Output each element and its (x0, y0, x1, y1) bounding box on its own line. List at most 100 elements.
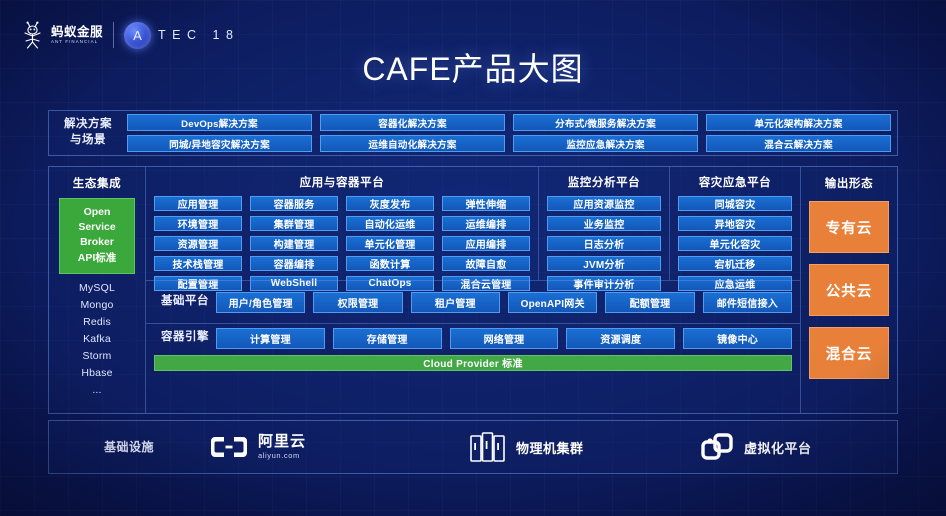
container-engine-tile[interactable]: 计算管理 (216, 327, 325, 349)
base-platform-row: 基础平台 用户/角色管理 权限管理 租户管理 OpenAPI网关 配额管理 邮件… (146, 281, 800, 323)
platforms-row: 应用与容器平台 应用管理 容器服务 灰度发布 弹性伸缩 环境管理 集群管理 自动… (146, 167, 800, 291)
app-container-platform: 应用与容器平台 应用管理 容器服务 灰度发布 弹性伸缩 环境管理 集群管理 自动… (146, 167, 538, 291)
platform-tile[interactable]: 应用资源监控 (547, 196, 661, 211)
output-box[interactable]: 专有云 (809, 201, 889, 253)
base-platform-tile[interactable]: 用户/角色管理 (216, 291, 306, 313)
platform-tile[interactable]: 单元化容灾 (678, 236, 792, 251)
solutions-grid: DevOps解决方案 容器化解决方案 分布式/微服务解决方案 单元化架构解决方案… (127, 114, 897, 152)
platform-tile[interactable]: 日志分析 (547, 236, 661, 251)
solutions-band-label: 解决方案 与场景 (49, 117, 127, 148)
container-engine-tile[interactable]: 网络管理 (449, 327, 559, 349)
infra-item-aliyun: 阿里云 aliyun.com (209, 432, 469, 462)
solutions-label-line2: 与场景 (70, 134, 106, 146)
platform-tile[interactable]: 运维编排 (442, 216, 530, 231)
platform-tile[interactable]: 灰度发布 (346, 196, 434, 211)
platform-tile[interactable]: 环境管理 (154, 216, 242, 231)
solutions-row-2: 同城/异地容灾解决方案 运维自动化解决方案 监控应急解决方案 混合云解决方案 (127, 135, 891, 152)
infrastructure-band: 基础设施 阿里云 aliyun.com 物理机集群 虚拟化平台 (48, 420, 898, 474)
platform-tile[interactable]: 宕机迁移 (678, 256, 792, 271)
container-engine-items: 计算管理 存储管理 网络管理 资源调度 镜像中心 (216, 327, 792, 349)
solution-tile[interactable]: 同城/异地容灾解决方案 (127, 135, 312, 152)
solutions-band: 解决方案 与场景 DevOps解决方案 容器化解决方案 分布式/微服务解决方案 … (48, 110, 898, 156)
base-platform-tile[interactable]: OpenAPI网关 (507, 291, 598, 313)
platform-tile[interactable]: 单元化管理 (346, 236, 434, 251)
app-container-platform-grid: 应用管理 容器服务 灰度发布 弹性伸缩 环境管理 集群管理 自动化运维 运维编排… (154, 196, 530, 291)
output-box[interactable]: 公共云 (809, 264, 889, 316)
disaster-recovery-platform: 容灾应急平台 同城容灾 异地容灾 单元化容灾 宕机迁移 应急运维 (670, 167, 800, 291)
platform-tile[interactable]: 应用编排 (442, 236, 530, 251)
ant-logo-cn: 蚂蚁金服 (51, 24, 104, 39)
container-engine-tile[interactable]: 存储管理 (332, 327, 442, 349)
base-platform-label: 基础平台 (161, 295, 209, 308)
atec-label: TEC 18 (158, 28, 240, 42)
infra-item-physical-cluster: 物理机集群 (469, 430, 699, 464)
container-engine-tile[interactable]: 镜像中心 (683, 327, 792, 349)
ecosystem-list: MySQL Mongo Redis Kafka Storm Hbase ... (55, 280, 139, 399)
platform-tile[interactable]: 容器编排 (250, 256, 338, 271)
osb-line: Open (83, 206, 111, 218)
container-engine-row: 容器引擎 计算管理 存储管理 网络管理 资源调度 镜像中心 Cloud Prov… (146, 324, 800, 374)
aliyun-logo-icon (211, 437, 247, 457)
platform-tile[interactable]: 同城容灾 (678, 196, 792, 211)
infrastructure-label: 基础设施 (103, 439, 154, 454)
osb-line: Broker (80, 236, 114, 249)
list-item: Mongo (80, 298, 114, 311)
platform-tile[interactable]: 函数计算 (346, 256, 434, 271)
monitor-platform-title: 监控分析平台 (567, 177, 641, 189)
aliyun-domain: aliyun.com (258, 450, 300, 460)
platform-tile[interactable]: 自动化运维 (346, 216, 434, 231)
infra-item-virtualization: 虚拟化平台 (699, 430, 812, 464)
infrastructure-items: 阿里云 aliyun.com 物理机集群 虚拟化平台 (209, 430, 897, 464)
solutions-row-1: DevOps解决方案 容器化解决方案 分布式/微服务解决方案 单元化架构解决方案 (127, 114, 891, 131)
container-engine-inner: 容器引擎 计算管理 存储管理 网络管理 资源调度 镜像中心 (154, 327, 792, 349)
platform-tile[interactable]: 故障自愈 (442, 256, 530, 271)
platform-tile[interactable]: 集群管理 (250, 216, 338, 231)
list-item: MySQL (78, 281, 115, 294)
virtualization-label: 虚拟化平台 (744, 440, 812, 456)
main-architecture-band: 生态集成 Open Service Broker API标准 MySQL Mon… (48, 166, 898, 414)
osb-line: Service (78, 221, 116, 234)
server-rack-icon (470, 432, 505, 462)
list-item: Storm (82, 349, 112, 362)
virtualization-icon (701, 433, 733, 460)
platform-tile[interactable]: JVM分析 (547, 256, 661, 271)
osb-line: API标准 (77, 251, 117, 264)
list-item: ... (92, 383, 102, 396)
solution-tile[interactable]: 单元化架构解决方案 (706, 114, 891, 131)
dr-platform-grid: 同城容灾 异地容灾 单元化容灾 宕机迁移 应急运维 (678, 196, 792, 291)
solution-tile[interactable]: 容器化解决方案 (320, 114, 505, 131)
platform-tile[interactable]: 技术栈管理 (154, 256, 242, 271)
dr-platform-title: 容灾应急平台 (698, 177, 772, 189)
base-platform-tile[interactable]: 权限管理 (313, 291, 403, 313)
solution-tile[interactable]: 监控应急解决方案 (513, 135, 698, 152)
output-box[interactable]: 混合云 (809, 327, 889, 379)
app-container-platform-title: 应用与容器平台 (299, 177, 385, 189)
base-platform-tile[interactable]: 租户管理 (410, 291, 500, 313)
platform-tile[interactable]: 资源管理 (154, 236, 242, 251)
center-stack: 应用与容器平台 应用管理 容器服务 灰度发布 弹性伸缩 环境管理 集群管理 自动… (146, 167, 800, 413)
platform-tile[interactable]: 弹性伸缩 (442, 196, 530, 211)
list-item: Kafka (83, 332, 111, 345)
platform-tile[interactable]: 构建管理 (250, 236, 338, 251)
solutions-label-line1: 解决方案 (64, 118, 112, 131)
platform-tile[interactable]: 异地容灾 (678, 216, 792, 231)
solution-tile[interactable]: 混合云解决方案 (706, 135, 891, 152)
aliyun-label-group: 阿里云 aliyun.com (258, 434, 306, 460)
aliyun-name: 阿里云 (258, 433, 307, 451)
ecosystem-column: 生态集成 Open Service Broker API标准 MySQL Mon… (49, 167, 145, 413)
platform-tile[interactable]: 应用管理 (154, 196, 242, 211)
base-platform-tile[interactable]: 配额管理 (605, 291, 695, 313)
monitor-platform-grid: 应用资源监控 业务监控 日志分析 JVM分析 事件审计分析 (547, 196, 661, 291)
platform-tile[interactable]: 业务监控 (547, 216, 661, 231)
output-form-title: 输出形态 (824, 178, 874, 190)
solution-tile[interactable]: DevOps解决方案 (127, 114, 312, 131)
base-platform-items: 用户/角色管理 权限管理 租户管理 OpenAPI网关 配额管理 邮件短信接入 (216, 291, 792, 313)
solution-tile[interactable]: 运维自动化解决方案 (320, 135, 505, 152)
container-engine-tile[interactable]: 资源调度 (566, 327, 676, 349)
base-platform-tile[interactable]: 邮件短信接入 (702, 291, 792, 313)
solution-tile[interactable]: 分布式/微服务解决方案 (513, 114, 698, 131)
monitor-platform: 监控分析平台 应用资源监控 业务监控 日志分析 JVM分析 事件审计分析 (539, 167, 669, 291)
platform-tile[interactable]: 容器服务 (250, 196, 338, 211)
container-engine-label: 容器引擎 (161, 331, 209, 344)
physical-cluster-label: 物理机集群 (516, 440, 584, 456)
